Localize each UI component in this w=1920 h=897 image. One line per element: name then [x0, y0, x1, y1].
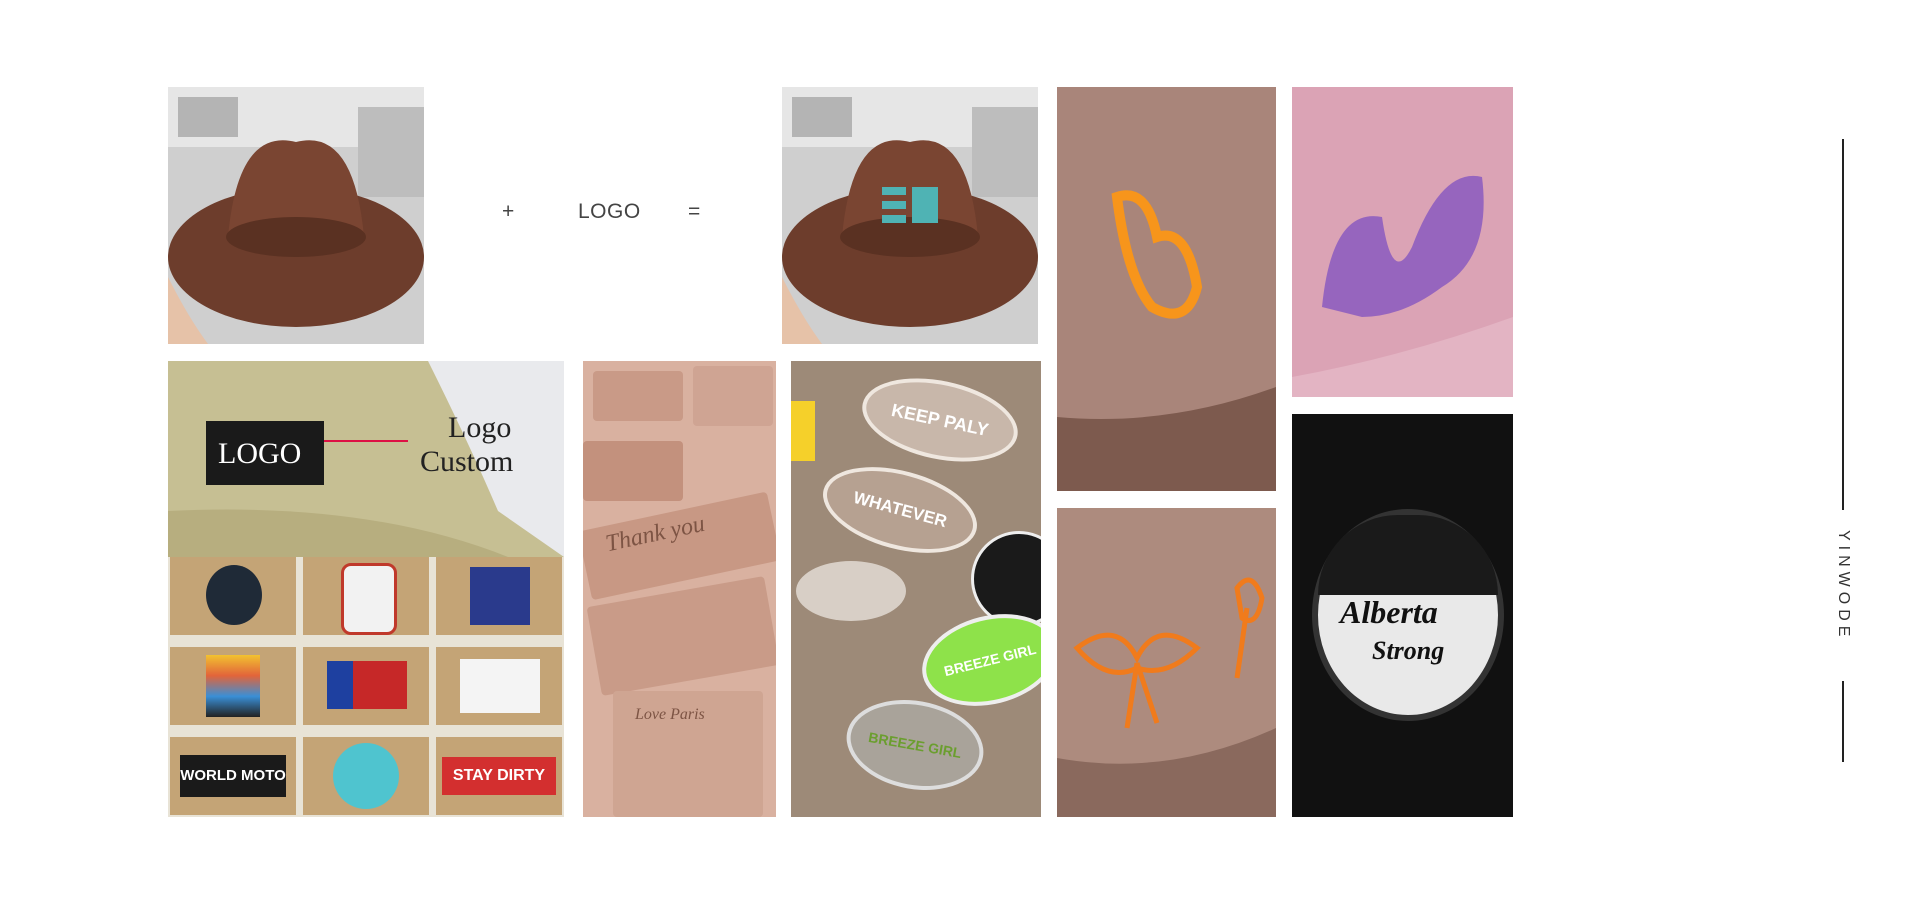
brand-label: YINWODE	[1835, 530, 1852, 642]
equals-sign: =	[688, 200, 701, 223]
patch-9: STAY DIRTY	[436, 737, 562, 815]
logo-cowboy-hat-photo	[782, 87, 1038, 344]
plain-cowboy-hat-photo	[168, 87, 424, 344]
world-moto-patch-text: WORLD MOTO	[180, 755, 286, 797]
brand-line-bottom	[1842, 681, 1844, 762]
whatever-patch: WHATEVER	[813, 451, 987, 569]
alberta-strong-patch-photo: Alberta Strong	[1292, 414, 1513, 817]
pink-hat-embroidery-photo	[1292, 87, 1513, 397]
patch-8	[303, 737, 429, 815]
paris-tag-text: Love Paris	[635, 706, 705, 723]
planet-patch	[796, 561, 906, 621]
straw-hat-logo-photo: LOGO Logo Custom	[168, 361, 564, 557]
alberta-patch-mountain	[1318, 515, 1498, 595]
patch-3	[436, 557, 562, 635]
black-oval-patch	[971, 531, 1041, 627]
yellow-patch-edge	[791, 401, 815, 461]
stay-dirty-patch-text: STAY DIRTY	[442, 757, 556, 795]
alberta-text: Alberta	[1340, 594, 1438, 630]
brand-line-top	[1842, 139, 1844, 510]
oval-patches-photo: KEEP PALY WHATEVER BREEZE GIRL BREEZE GI…	[791, 361, 1041, 817]
logo-custom-caption-1: Logo	[448, 411, 512, 444]
patch-1	[170, 557, 296, 635]
patch-7: WORLD MOTO	[170, 737, 296, 815]
strong-text: Strong	[1372, 636, 1445, 665]
tan-hat-bows-photo	[1057, 508, 1276, 817]
breeze-girl-green-patch: BREEZE GIRL	[912, 600, 1041, 720]
tan-hat-embroidery-photo	[1057, 87, 1276, 491]
logo-hat-image	[782, 87, 1038, 344]
patch-4	[170, 647, 296, 725]
patch-grid: WORLD MOTO STAY DIRTY	[168, 557, 564, 817]
leather-tags-photo: Thank you Love Paris	[583, 361, 776, 817]
logo-custom-caption-2: Custom	[420, 445, 514, 478]
patch-6	[436, 647, 562, 725]
patch-2	[303, 557, 429, 635]
breeze-girl-grey-patch: BREEZE GIRL	[839, 689, 991, 801]
straw-logo-tag: LOGO	[218, 437, 302, 470]
keep-paly-patch: KEEP PALY	[854, 365, 1026, 475]
plus-sign: +	[502, 200, 515, 223]
patch-5	[303, 647, 429, 725]
plain-hat-image	[168, 87, 424, 344]
logo-text: LOGO	[578, 200, 641, 223]
